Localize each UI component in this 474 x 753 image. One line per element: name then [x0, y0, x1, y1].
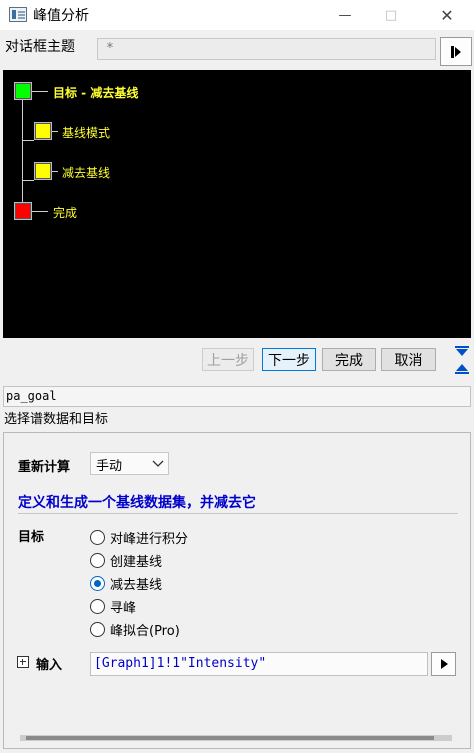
- goal-label: 目标: [18, 530, 45, 545]
- flow-node-subtract-baseline-label: 减去基线: [62, 166, 111, 180]
- flow-connector: [22, 180, 34, 181]
- page-description: 选择谱数据和目标: [4, 412, 109, 427]
- app-icon: [9, 7, 27, 22]
- radio-button[interactable]: [90, 552, 105, 568]
- chevron-down-icon: [152, 460, 164, 467]
- double-chevron-down-icon: [455, 345, 469, 356]
- page-code-field: pa_goal: [3, 386, 471, 407]
- flow-node-goal[interactable]: [14, 82, 32, 100]
- input-menu-button[interactable]: [431, 652, 456, 676]
- finish-button[interactable]: 完成: [322, 348, 376, 371]
- goal-option-create-baseline[interactable]: 创建基线: [90, 550, 162, 570]
- theme-menu-button[interactable]: [440, 37, 472, 66]
- flow-node-baseline-mode-label: 基线模式: [62, 126, 111, 140]
- flow-connector: [22, 100, 23, 210]
- double-chevron-up-icon: [455, 363, 469, 374]
- dialog-theme-label: 对话框主题: [5, 39, 75, 55]
- dialog-theme-input[interactable]: *: [97, 38, 436, 60]
- play-arrow-icon: [451, 45, 461, 58]
- collapse-down-button[interactable]: [452, 362, 472, 374]
- flow-connector: [52, 171, 58, 172]
- flow-node-finish-label: 完成: [53, 206, 78, 220]
- settings-panel: [3, 432, 471, 749]
- goal-option-integrate-peaks[interactable]: 对峰进行积分: [90, 527, 188, 547]
- flow-connector: [22, 140, 34, 141]
- flow-node-subtract-baseline[interactable]: [34, 162, 52, 180]
- goal-option-find-peaks[interactable]: 寻峰: [90, 596, 136, 616]
- radio-button[interactable]: [90, 529, 105, 545]
- flow-connector: [32, 91, 48, 92]
- radio-label: 对峰进行积分: [110, 531, 189, 547]
- section-headline: 定义和生成一个基线数据集，并减去它: [18, 495, 256, 511]
- radio-label: 峰拟合(Pro): [110, 623, 180, 639]
- close-button[interactable]: ✕: [420, 0, 474, 30]
- goal-option-fit-peaks[interactable]: 峰拟合(Pro): [90, 619, 180, 639]
- minimize-button[interactable]: —: [322, 0, 368, 30]
- prev-button[interactable]: 上一步: [202, 348, 254, 371]
- maximize-button[interactable]: □: [368, 0, 414, 30]
- input-label: 输入: [36, 658, 63, 673]
- triangle-right-icon: [440, 659, 448, 669]
- radio-button[interactable]: [90, 598, 105, 614]
- flow-node-baseline-mode[interactable]: [34, 122, 52, 140]
- recalculate-label: 重新计算: [18, 460, 71, 475]
- expand-plus-icon[interactable]: [17, 656, 29, 668]
- goal-option-subtract-baseline[interactable]: 减去基线: [90, 573, 162, 593]
- scrollbar-thumb[interactable]: [26, 736, 434, 740]
- flow-connector: [32, 211, 48, 212]
- input-range-field[interactable]: [Graph1]1!1"Intensity": [90, 652, 428, 676]
- flow-connector: [52, 131, 58, 132]
- flow-node-goal-label: 目标 - 减去基线: [53, 86, 139, 100]
- radio-label: 减去基线: [110, 577, 163, 593]
- flow-node-finish[interactable]: [14, 202, 32, 220]
- radio-label: 创建基线: [110, 554, 163, 570]
- window-title: 峰值分析: [33, 8, 89, 24]
- radio-button[interactable]: [90, 575, 105, 591]
- radio-button[interactable]: [90, 621, 105, 637]
- radio-label: 寻峰: [110, 600, 137, 616]
- cancel-button[interactable]: 取消: [381, 348, 436, 371]
- collapse-up-button[interactable]: [452, 345, 472, 357]
- next-button[interactable]: 下一步: [262, 348, 316, 371]
- divider: [18, 513, 458, 514]
